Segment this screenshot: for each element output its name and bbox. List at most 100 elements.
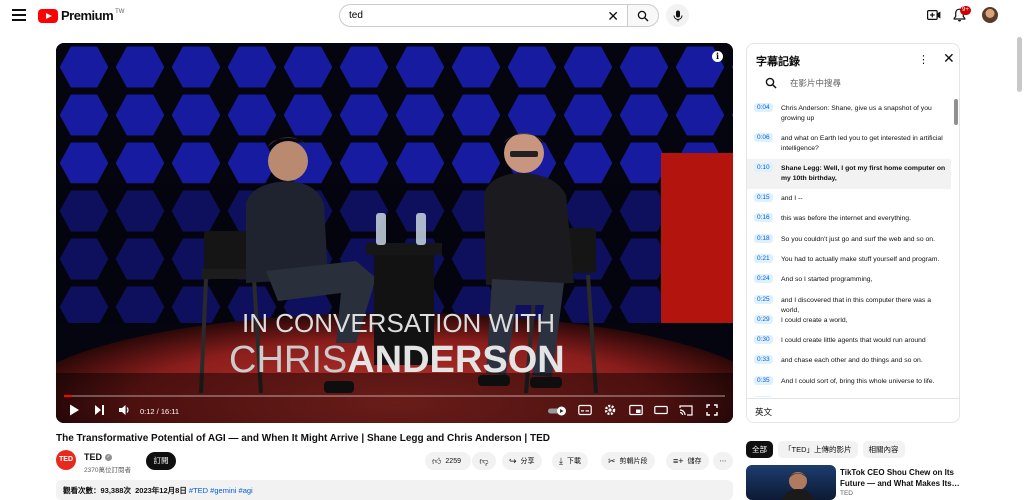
transcript-timestamp[interactable]: 0:24 <box>754 274 773 284</box>
transcript-row[interactable]: 0:24 And so I started programming, <box>747 270 951 290</box>
transcript-scrollbar[interactable] <box>954 99 958 125</box>
more-actions-button[interactable]: ⋯ <box>713 452 733 470</box>
thumbs-down-icon: 👎︎ <box>479 455 489 466</box>
channel-name[interactable]: TED ✓ <box>84 452 112 462</box>
language-selector[interactable]: 英文 <box>747 398 959 422</box>
transcript-text: and I -- <box>781 195 803 202</box>
search-button[interactable] <box>627 4 659 27</box>
recommended-video-thumbnail[interactable] <box>746 465 836 500</box>
transcript-text: and what on Earth led you to get interes… <box>781 135 943 152</box>
time-display: 0:12 / 16:11 <box>140 407 180 416</box>
transcript-timestamp[interactable]: 0:37 <box>754 396 773 397</box>
page-scrollbar[interactable] <box>1017 37 1022 92</box>
more-options-icon[interactable]: ⋮ <box>918 53 929 66</box>
transcript-text: I could create little agents that would … <box>781 337 926 345</box>
dislike-button[interactable]: 👎︎ <box>472 452 496 470</box>
theater-mode-icon[interactable] <box>654 404 668 416</box>
transcript-row[interactable]: 0:18 So you couldn't just go and surf the… <box>747 230 951 250</box>
filter-chips: 全部 「TED」上傳的影片 相關內容 <box>746 441 905 458</box>
top-bar: Premium TW ✕ 9+ <box>0 0 1024 32</box>
transcript-row[interactable]: 0:21 You had to actually make stuff yours… <box>747 250 951 270</box>
view-count: 觀看次數：93,388次 <box>63 486 131 495</box>
filter-chip[interactable]: 全部 <box>746 441 773 458</box>
transcript-row[interactable]: 0:33 and chase each other and do things a… <box>747 351 951 371</box>
transcript-row[interactable]: 0:37And there's sort of that spark of cr… <box>747 392 951 397</box>
autoplay-toggle[interactable] <box>548 406 568 416</box>
share-button[interactable]: ↪ 分享 <box>502 452 542 470</box>
search-input[interactable] <box>349 10 599 21</box>
clip-button[interactable]: ✂ 剪輯片段 <box>601 452 655 470</box>
transcript-row[interactable]: 0:25 and I discovered that in this comput… <box>747 291 951 314</box>
download-button[interactable]: ⤓ 下載 <box>552 452 588 470</box>
transcript-timestamp[interactable]: 0:21 <box>754 253 773 263</box>
transcript-list: 0:04 Chris Anderson: Shane, give us a sna… <box>747 99 959 397</box>
transcript-timestamp[interactable]: 0:30 <box>754 335 773 345</box>
transcript-search-placeholder: 在影片中搜尋 <box>790 78 842 88</box>
save-button[interactable]: ≡+ 儲存 <box>666 452 709 470</box>
notification-badge: 9+ <box>960 6 971 15</box>
filter-chip[interactable]: 相關內容 <box>862 441 905 458</box>
progress-bar[interactable] <box>64 395 725 397</box>
transcript-title: 字幕記錄 <box>756 56 800 68</box>
transcript-timestamp[interactable]: 0:29 <box>754 314 773 324</box>
close-icon[interactable]: ✕ <box>943 51 955 65</box>
transcript-row[interactable]: 0:10 Shane Legg: Well, I got my first hom… <box>747 159 951 189</box>
subtitles-icon[interactable] <box>578 404 592 416</box>
search-box: ✕ <box>339 4 628 27</box>
overlay-title-line: IN CONVERSATION WITH <box>242 308 555 338</box>
transcript-timestamp[interactable]: 0:35 <box>754 375 773 385</box>
recommended-video-title[interactable]: TikTok CEO Shou Chew on Its Future — and… <box>840 467 960 489</box>
video-player[interactable]: i IN CONVERSATION WITH CHRISANDERSON 0:1… <box>56 43 733 423</box>
transcript-row[interactable]: 0:29 I could create a world, <box>747 311 951 331</box>
transcript-timestamp[interactable]: 0:16 <box>754 213 773 223</box>
description-box[interactable]: 觀看次數：93,388次 2023年12月8日 #TED #gemini #ag… <box>56 480 733 500</box>
menu-icon[interactable] <box>12 9 26 21</box>
create-button[interactable] <box>927 8 941 26</box>
transcript-text: You had to actually make stuff yourself … <box>781 255 940 263</box>
channel-avatar[interactable]: TED <box>56 450 76 470</box>
miniplayer-icon[interactable] <box>629 404 643 416</box>
transcript-row[interactable]: 0:35 And I could sort of, bring this whol… <box>747 372 951 392</box>
transcript-timestamp[interactable]: 0:15 <box>754 193 773 202</box>
transcript-row[interactable]: 0:30 I could create little agents that wo… <box>747 331 951 351</box>
clear-search-icon[interactable]: ✕ <box>607 9 619 23</box>
transcript-timestamp[interactable]: 0:25 <box>754 294 773 304</box>
transcript-timestamp[interactable]: 0:04 <box>754 103 773 112</box>
share-icon: ↪ <box>509 455 517 466</box>
transcript-row[interactable]: 0:15 and I -- <box>747 189 951 209</box>
transcript-text: I could create a world, <box>781 316 848 324</box>
youtube-premium-logo[interactable]: Premium TW <box>38 8 124 23</box>
search-icon <box>765 77 777 89</box>
play-icon[interactable] <box>69 404 80 416</box>
clip-label: 剪輯片段 <box>619 458 648 465</box>
like-button[interactable]: 👍︎ 2259 <box>425 452 471 470</box>
info-icon[interactable]: i <box>712 51 723 62</box>
transcript-timestamp[interactable]: 0:18 <box>754 233 773 243</box>
transcript-timestamp[interactable]: 0:33 <box>754 355 773 365</box>
transcript-search[interactable]: 在影片中搜尋 <box>765 77 841 89</box>
logo-text: Premium <box>61 8 114 23</box>
transcript-timestamp[interactable]: 0:06 <box>754 133 773 142</box>
cast-icon[interactable] <box>679 404 693 416</box>
transcript-text: this was before the internet and everyth… <box>781 215 911 223</box>
account-avatar[interactable] <box>982 7 998 23</box>
transcript-row[interactable]: 0:06 and what on Earth led you to get int… <box>747 129 951 159</box>
fullscreen-icon[interactable] <box>706 404 718 416</box>
transcript-row[interactable]: 0:16 this was before the internet and eve… <box>747 209 951 229</box>
transcript-timestamp[interactable]: 0:10 <box>754 163 773 172</box>
transcript-text: Shane Legg: Well, I got my first home co… <box>781 165 946 182</box>
create-video-icon <box>927 10 941 21</box>
search-icon <box>637 10 649 21</box>
voice-search-button[interactable] <box>666 4 689 27</box>
next-icon[interactable] <box>94 404 105 416</box>
transcript-row[interactable]: 0:04 Chris Anderson: Shane, give us a sna… <box>747 99 951 129</box>
subscribe-button[interactable]: 訂閱 <box>146 452 176 470</box>
recommended-video-channel[interactable]: TED <box>840 490 853 497</box>
download-label: 下載 <box>566 458 581 465</box>
volume-icon[interactable] <box>118 404 131 416</box>
hashtags[interactable]: #TED #gemini #agi <box>189 486 253 495</box>
filter-chip[interactable]: 「TED」上傳的影片 <box>778 441 858 458</box>
progress-fill <box>64 395 72 397</box>
player-controls: 0:12 / 16:11 <box>56 399 733 423</box>
settings-gear-icon[interactable] <box>604 404 616 416</box>
